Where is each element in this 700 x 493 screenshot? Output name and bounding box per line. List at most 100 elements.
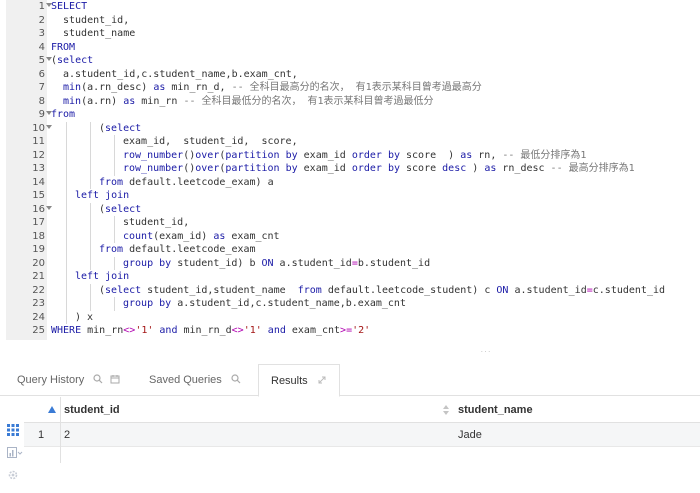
code-token: ) — [466, 163, 485, 174]
code-line[interactable]: 19 from default.leetcode_exam — [0, 243, 700, 257]
code-line[interactable]: 11 exam_id, student_id, score, — [0, 135, 700, 149]
code-token: min_rn — [135, 95, 184, 107]
code-line[interactable]: 23 group by a.student_id,c.student_name,b… — [0, 297, 700, 311]
line-number: 7 — [38, 82, 45, 93]
column-header-student-id[interactable]: student_id — [64, 397, 120, 423]
code-line[interactable]: 5 (select — [0, 54, 700, 68]
indent-guide — [90, 175, 91, 189]
code-token: from — [99, 176, 124, 188]
code-line[interactable]: 24) x — [0, 310, 700, 324]
code-line[interactable]: 1 SELECT — [0, 0, 700, 14]
code-line[interactable]: 4 FROM — [0, 41, 700, 55]
code-token: student_id) b — [171, 257, 262, 269]
code-line[interactable]: 16 (select — [0, 202, 700, 216]
code-token: partition by — [225, 149, 298, 161]
code-token: exam_id — [297, 163, 352, 174]
line-number: 6 — [38, 68, 45, 80]
code-token: (a.rn_desc) — [81, 82, 154, 93]
fold-arrow-icon[interactable] — [46, 205, 52, 212]
indent-guide — [90, 202, 91, 216]
code-token: min — [63, 95, 82, 107]
code-line[interactable]: 10 (select — [0, 121, 700, 135]
indent-guide — [66, 256, 67, 270]
sort-icon[interactable] — [442, 405, 450, 415]
code-token: exam_cnt — [225, 230, 280, 242]
tab-saved-queries[interactable]: Saved Queries — [149, 364, 249, 396]
cell-student-name[interactable]: Jade — [458, 423, 482, 447]
line-number: 16 — [32, 203, 45, 215]
indent-guide — [66, 202, 67, 216]
code-text: from — [51, 108, 75, 122]
code-token: left join — [75, 190, 130, 201]
results-tab-bar: Query History Saved Queries Results — [0, 364, 700, 397]
indent-guide — [90, 135, 91, 149]
code-token: select — [105, 284, 142, 296]
sort-ascending-icon[interactable] — [48, 405, 56, 415]
indent-guide — [114, 162, 115, 176]
code-text: row_number()over(partition by exam_id or… — [123, 149, 586, 163]
indent-guide — [90, 229, 91, 243]
code-line[interactable]: 13 row_number()over(partition by exam_id … — [0, 162, 700, 176]
code-line[interactable]: 8 min(a.rn) as min_rn -- 全科目最低分的名次， 有1表示某… — [0, 95, 700, 109]
pane-splitter[interactable]: ··· — [0, 340, 700, 364]
code-token: row_number — [123, 163, 184, 174]
search-icon[interactable] — [93, 374, 103, 384]
calendar-icon[interactable] — [110, 374, 120, 384]
code-line[interactable]: 12 row_number()over(partition by exam_id … — [0, 148, 700, 163]
row-number-header — [24, 397, 60, 423]
code-line[interactable]: 18 count(exam_id) as exam_cnt — [0, 229, 700, 243]
code-token: (exam_id) — [153, 230, 214, 242]
indent-guide — [114, 229, 115, 243]
code-line[interactable]: 15 left join — [0, 189, 700, 203]
code-token: student_id,student_name — [141, 284, 298, 296]
code-line[interactable]: 21 left join — [0, 270, 700, 284]
code-line[interactable]: 6 a.student_id,c.student_name,b.exam_cnt, — [0, 68, 700, 82]
code-text: left join — [75, 189, 129, 203]
code-line[interactable]: 14 from default.leetcode_exam) a — [0, 175, 700, 190]
tab-query-history[interactable]: Query History — [17, 364, 137, 396]
code-text: from default.leetcode_exam) a — [99, 176, 274, 190]
code-line[interactable]: 17 student_id, — [0, 216, 700, 230]
code-token: min_rn_d, — [165, 82, 232, 93]
gear-icon[interactable] — [7, 469, 19, 481]
code-line[interactable]: 22 (select student_id,student_name from d… — [0, 283, 700, 297]
code-line[interactable]: 3 student_name — [0, 27, 700, 41]
code-token: as — [153, 82, 166, 93]
code-line[interactable]: 20 group by student_id) b ON a.student_id… — [0, 256, 700, 270]
expand-icon[interactable] — [317, 375, 327, 385]
fold-arrow-icon[interactable] — [46, 124, 52, 131]
code-line[interactable]: 7 min(a.rn_desc) as min_rn_d, -- 全科目最高分的名… — [0, 81, 700, 95]
tab-results[interactable]: Results — [258, 364, 340, 397]
splitter-handle[interactable]: ··· — [480, 348, 492, 356]
code-text: left join — [75, 270, 129, 284]
indent-guide — [114, 216, 115, 230]
code-token: min_rn_d — [177, 325, 232, 336]
code-token: score ) — [400, 149, 461, 161]
indent-guide — [66, 243, 67, 257]
code-line[interactable]: 9 from — [0, 108, 700, 122]
cell-student-id[interactable]: 2 — [64, 423, 70, 447]
column-header-student-name[interactable]: student_name — [458, 397, 533, 423]
code-token: as — [213, 230, 226, 242]
code-token: a.student_id,c.student_name,b.exam_cnt, — [63, 68, 298, 80]
code-token: score — [400, 163, 443, 174]
column-divider — [60, 397, 61, 463]
grid-icon[interactable] — [7, 424, 19, 436]
sql-editor[interactable]: 1 SELECT 2 student_id, 3 student_name 4 FROM 5 (s… — [0, 0, 700, 340]
line-number: 10 — [32, 122, 45, 134]
code-token: rn_desc — [496, 163, 551, 174]
search-icon[interactable] — [231, 374, 241, 384]
code-token: '1' — [135, 325, 154, 336]
code-token: ON — [496, 284, 509, 296]
table-row[interactable]: 1 2 Jade — [24, 423, 700, 447]
line-number: 21 — [32, 271, 45, 282]
code-token: as — [460, 149, 473, 161]
code-token: default.leetcode_exam — [123, 244, 256, 255]
code-line[interactable]: 25 WHERE min_rn<>'1' and min_rn_d<>'1' an… — [0, 324, 700, 338]
line-number: 3 — [38, 28, 45, 39]
code-line[interactable]: 2 student_id, — [0, 14, 700, 28]
line-number: 4 — [38, 41, 45, 53]
code-text: SELECT — [51, 0, 87, 14]
chart-icon[interactable] — [7, 447, 23, 459]
line-number: 12 — [32, 149, 45, 161]
